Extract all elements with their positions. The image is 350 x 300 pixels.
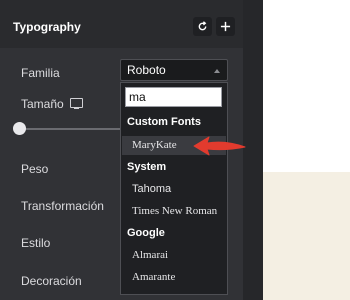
reset-icon (198, 21, 207, 31)
annotation-arrow-icon (193, 136, 246, 156)
panel-header: Typography (0, 0, 243, 48)
group-label-custom-fonts: Custom Fonts (127, 116, 201, 128)
size-slider-thumb[interactable] (13, 122, 26, 135)
option-amarante[interactable]: Amarante (132, 271, 175, 283)
option-marykate[interactable]: MaryKate (132, 139, 177, 151)
canvas-content-block (262, 172, 350, 300)
size-slider-track[interactable] (20, 128, 120, 130)
font-family-select[interactable]: Roboto (120, 59, 228, 81)
option-tahoma[interactable]: Tahoma (132, 183, 171, 195)
peso-label: Peso (21, 162, 49, 176)
panel-title: Typography (13, 20, 81, 34)
add-button[interactable] (216, 17, 235, 36)
familia-label: Familia (21, 66, 60, 80)
option-almarai[interactable]: Almarai (132, 249, 168, 261)
font-family-value: Roboto (127, 63, 166, 77)
tamano-label: Tamaño (21, 97, 64, 111)
reset-button[interactable] (193, 17, 212, 36)
estilo-label: Estilo (21, 236, 51, 250)
monitor-icon[interactable] (70, 98, 83, 110)
option-times-new-roman[interactable]: Times New Roman (132, 205, 217, 217)
font-search-input[interactable] (125, 87, 222, 107)
font-dropdown: Custom Fonts MaryKate System Tahoma Time… (120, 82, 228, 295)
group-label-google: Google (127, 227, 165, 239)
group-label-system: System (127, 161, 167, 173)
plus-icon (220, 21, 231, 32)
transformacion-label: Transformación (21, 199, 104, 213)
decoracion-label: Decoración (21, 274, 82, 288)
caret-up-icon (214, 69, 220, 73)
